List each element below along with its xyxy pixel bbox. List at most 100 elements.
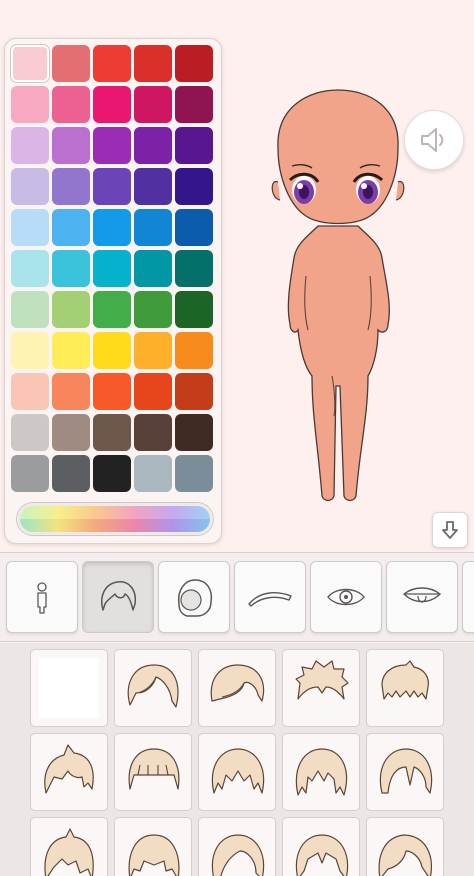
tab-mouth[interactable]: [386, 561, 458, 633]
color-swatch[interactable]: [93, 414, 131, 451]
color-swatch[interactable]: [175, 332, 213, 369]
hair-item[interactable]: [30, 733, 108, 811]
color-swatch[interactable]: [93, 45, 131, 82]
hair-item[interactable]: [282, 733, 360, 811]
canvas-area: [0, 0, 474, 552]
color-swatch[interactable]: [52, 127, 90, 164]
category-tab-bar: [0, 552, 474, 642]
hair-style-icon: [128, 834, 180, 876]
color-swatch[interactable]: [52, 373, 90, 410]
color-swatch[interactable]: [134, 332, 172, 369]
color-swatch[interactable]: [134, 86, 172, 123]
tab-body[interactable]: [6, 561, 78, 633]
color-swatch[interactable]: [175, 455, 213, 492]
tab-more[interactable]: [462, 561, 474, 633]
color-swatch[interactable]: [93, 209, 131, 246]
color-swatch[interactable]: [93, 373, 131, 410]
hair-item[interactable]: [282, 817, 360, 876]
color-swatch[interactable]: [93, 291, 131, 328]
color-swatch[interactable]: [175, 209, 213, 246]
hair-style-icon: [44, 744, 94, 794]
character-body: [287, 225, 390, 502]
color-swatch[interactable]: [93, 332, 131, 369]
hair-item[interactable]: [198, 649, 276, 727]
color-swatch[interactable]: [11, 414, 49, 451]
hair-style-icon: [295, 748, 348, 796]
swatch-grid: [11, 45, 213, 492]
character-preview: [271, 89, 405, 502]
color-palette: [4, 38, 222, 544]
eye-icon: [327, 588, 365, 606]
color-swatch[interactable]: [52, 86, 90, 123]
hair-style-icon: [128, 748, 180, 790]
color-swatch[interactable]: [93, 250, 131, 287]
color-swatch[interactable]: [175, 291, 213, 328]
color-swatch[interactable]: [134, 455, 172, 492]
color-swatch[interactable]: [175, 127, 213, 164]
color-swatch[interactable]: [175, 414, 213, 451]
color-swatch[interactable]: [93, 86, 131, 123]
color-swatch[interactable]: [93, 127, 131, 164]
color-swatch[interactable]: [11, 209, 49, 246]
color-swatch[interactable]: [52, 455, 90, 492]
color-swatch[interactable]: [175, 168, 213, 205]
color-swatch[interactable]: [52, 250, 90, 287]
color-swatch[interactable]: [11, 455, 49, 492]
color-swatch[interactable]: [134, 209, 172, 246]
download-button[interactable]: [432, 512, 468, 548]
color-swatch[interactable]: [11, 127, 49, 164]
color-swatch[interactable]: [134, 373, 172, 410]
hair-item[interactable]: [198, 733, 276, 811]
color-swatch[interactable]: [134, 414, 172, 451]
color-swatch[interactable]: [93, 455, 131, 492]
hair-item[interactable]: [198, 817, 276, 876]
hair-front-icon: [101, 581, 137, 611]
color-swatch[interactable]: [134, 127, 172, 164]
hair-item[interactable]: [114, 649, 192, 727]
color-swatch[interactable]: [11, 332, 49, 369]
tab-hair-back[interactable]: [158, 561, 230, 633]
speaker-icon: [421, 128, 444, 152]
color-swatch[interactable]: [52, 414, 90, 451]
color-swatch[interactable]: [134, 250, 172, 287]
tab-eyebrows[interactable]: [234, 561, 306, 633]
color-swatch[interactable]: [134, 168, 172, 205]
color-swatch[interactable]: [134, 45, 172, 82]
color-swatch[interactable]: [11, 250, 49, 287]
tab-hair-front[interactable]: [82, 561, 154, 633]
tab-eyes[interactable]: [310, 561, 382, 633]
color-swatch[interactable]: [93, 168, 131, 205]
hair-item[interactable]: [30, 817, 108, 876]
sound-toggle-button[interactable]: [404, 110, 464, 170]
hair-item[interactable]: [114, 733, 192, 811]
hair-item-grid: [0, 643, 474, 876]
hair-style-icon: [378, 834, 432, 876]
color-swatch[interactable]: [11, 291, 49, 328]
hair-item[interactable]: [366, 733, 444, 811]
color-swatch[interactable]: [11, 373, 49, 410]
hair-item[interactable]: [114, 817, 192, 876]
color-swatch[interactable]: [175, 373, 213, 410]
color-swatch[interactable]: [11, 86, 49, 123]
hair-item[interactable]: [366, 817, 444, 876]
hair-style-icon: [295, 834, 349, 876]
hair-style-icon: [295, 660, 349, 700]
color-swatch[interactable]: [11, 168, 49, 205]
eyebrow-icon: [248, 592, 292, 607]
color-swatch[interactable]: [52, 45, 90, 82]
color-swatch[interactable]: [52, 291, 90, 328]
color-swatch[interactable]: [11, 45, 49, 82]
color-swatch[interactable]: [175, 45, 213, 82]
hair-style-icon: [44, 828, 94, 876]
color-swatch[interactable]: [52, 209, 90, 246]
hair-item[interactable]: [282, 649, 360, 727]
hair-style-icon: [211, 748, 265, 794]
item-none[interactable]: [30, 649, 108, 727]
color-swatch[interactable]: [134, 291, 172, 328]
color-swatch[interactable]: [52, 168, 90, 205]
color-swatch[interactable]: [175, 250, 213, 287]
hair-item[interactable]: [366, 649, 444, 727]
color-swatch[interactable]: [52, 332, 90, 369]
rainbow-color-slider[interactable]: [17, 503, 213, 535]
color-swatch[interactable]: [175, 86, 213, 123]
